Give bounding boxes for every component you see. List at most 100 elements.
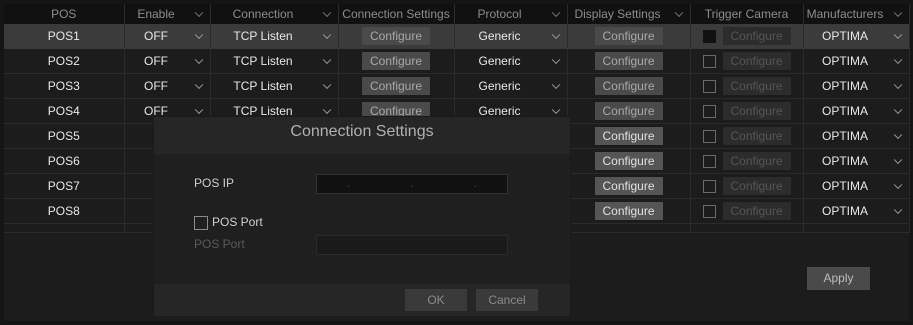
pos-ip-input[interactable]: . . .: [316, 174, 508, 194]
apply-button[interactable]: Apply: [807, 267, 870, 290]
col-protocol[interactable]: Protocol: [454, 4, 568, 24]
pos-name: POS4: [4, 98, 125, 124]
display-configure-button[interactable]: Configure: [594, 152, 663, 170]
trigger-configure-button[interactable]: Configure: [722, 202, 791, 220]
chevron-down-icon[interactable]: [893, 105, 902, 115]
dialog-body: POS IP . . . POS Port POS Port: [154, 154, 570, 284]
chevron-down-icon[interactable]: [893, 80, 902, 90]
table-row[interactable]: POS1 OFF TCP Listen Configure Generic Co…: [4, 24, 910, 49]
trigger-camera-checkbox[interactable]: [702, 154, 716, 168]
enable-select[interactable]: OFF: [124, 24, 211, 49]
pos-name: POS5: [4, 123, 125, 149]
connection-configure-button[interactable]: Configure: [362, 27, 430, 45]
chevron-down-icon[interactable]: [194, 105, 203, 115]
manufacturer-select[interactable]: OPTIMA: [803, 98, 910, 124]
col-enable[interactable]: Enable: [124, 4, 211, 24]
pos-name: POS7: [4, 173, 125, 199]
dialog-footer: OK Cancel: [154, 284, 570, 316]
manufacturer-select[interactable]: OPTIMA: [803, 24, 910, 49]
connection-select[interactable]: TCP Listen: [210, 73, 339, 99]
chevron-down-icon[interactable]: [322, 80, 331, 90]
chevron-down-icon[interactable]: [893, 8, 902, 18]
pos-port-checkbox-label: POS Port: [212, 215, 263, 229]
display-configure-button[interactable]: Configure: [594, 127, 663, 145]
chevron-down-icon[interactable]: [893, 30, 902, 40]
trigger-configure-button[interactable]: Configure: [722, 177, 791, 195]
chevron-down-icon[interactable]: [322, 55, 331, 65]
chevron-down-icon[interactable]: [893, 180, 902, 190]
chevron-down-icon[interactable]: [893, 55, 902, 65]
trigger-camera-checkbox[interactable]: [702, 204, 716, 218]
display-configure-button[interactable]: Configure: [594, 77, 663, 95]
trigger-configure-button[interactable]: Configure: [722, 52, 791, 70]
trigger-configure-button[interactable]: Configure: [722, 77, 791, 95]
col-connection-settings: Connection Settings: [338, 4, 455, 24]
chevron-down-icon[interactable]: [551, 80, 560, 90]
chevron-down-icon[interactable]: [194, 8, 203, 18]
chevron-down-icon[interactable]: [322, 30, 331, 40]
trigger-configure-button[interactable]: Configure: [722, 27, 791, 45]
chevron-down-icon[interactable]: [551, 55, 560, 65]
chevron-down-icon[interactable]: [194, 80, 203, 90]
manufacturer-select[interactable]: OPTIMA: [803, 123, 910, 149]
chevron-down-icon[interactable]: [322, 105, 331, 115]
table-header: POS Enable Connection Connection Setting…: [4, 4, 910, 24]
protocol-select[interactable]: Generic: [454, 73, 568, 99]
trigger-configure-button[interactable]: Configure: [722, 102, 791, 120]
trigger-camera-checkbox[interactable]: [702, 129, 716, 143]
display-configure-button[interactable]: Configure: [594, 27, 663, 45]
chevron-down-icon[interactable]: [551, 105, 560, 115]
pos-name: POS3: [4, 73, 125, 99]
display-configure-button[interactable]: Configure: [594, 202, 663, 220]
enable-select[interactable]: OFF: [124, 73, 211, 99]
table-row[interactable]: POS3 OFF TCP Listen Configure Generic Co…: [4, 73, 910, 99]
ok-button[interactable]: OK: [405, 289, 467, 311]
connection-configure-button[interactable]: Configure: [362, 77, 430, 95]
enable-select[interactable]: OFF: [124, 48, 211, 74]
pos-port-field-label: POS Port: [194, 237, 245, 251]
manufacturer-select[interactable]: OPTIMA: [803, 73, 910, 99]
table-row[interactable]: POS2 OFF TCP Listen Configure Generic Co…: [4, 48, 910, 74]
cancel-button[interactable]: Cancel: [476, 289, 538, 311]
chevron-down-icon[interactable]: [322, 8, 331, 18]
connection-select[interactable]: TCP Listen: [210, 48, 339, 74]
chevron-down-icon[interactable]: [551, 8, 560, 18]
manufacturer-select[interactable]: OPTIMA: [803, 48, 910, 74]
chevron-down-icon[interactable]: [551, 30, 560, 40]
trigger-camera-checkbox[interactable]: [702, 179, 716, 193]
connection-settings-dialog: Connection Settings POS IP . . . POS Por…: [154, 117, 570, 316]
chevron-down-icon[interactable]: [893, 130, 902, 140]
manufacturer-select[interactable]: OPTIMA: [803, 198, 910, 224]
dialog-title: Connection Settings: [154, 117, 570, 147]
display-configure-button[interactable]: Configure: [594, 102, 663, 120]
pos-name: POS8: [4, 198, 125, 224]
chevron-down-icon[interactable]: [194, 55, 203, 65]
connection-select[interactable]: TCP Listen: [210, 24, 339, 49]
chevron-down-icon[interactable]: [893, 155, 902, 165]
pos-ip-label: POS IP: [194, 176, 235, 190]
pos-name: POS6: [4, 148, 125, 174]
pos-port-checkbox[interactable]: [194, 216, 208, 230]
trigger-camera-checkbox[interactable]: [702, 104, 716, 118]
pos-port-input[interactable]: [316, 235, 508, 255]
col-display-settings[interactable]: Display Settings: [567, 4, 691, 24]
protocol-select[interactable]: Generic: [454, 24, 568, 49]
protocol-select[interactable]: Generic: [454, 48, 568, 74]
trigger-camera-checkbox[interactable]: [702, 79, 716, 93]
manufacturer-select[interactable]: OPTIMA: [803, 173, 910, 199]
manufacturer-select[interactable]: OPTIMA: [803, 148, 910, 174]
connection-configure-button[interactable]: Configure: [362, 52, 430, 70]
chevron-down-icon[interactable]: [194, 30, 203, 40]
pos-name: POS2: [4, 48, 125, 74]
trigger-configure-button[interactable]: Configure: [722, 127, 791, 145]
chevron-down-icon[interactable]: [893, 205, 902, 215]
trigger-configure-button[interactable]: Configure: [722, 152, 791, 170]
col-pos[interactable]: POS: [4, 4, 125, 24]
trigger-camera-checkbox[interactable]: [702, 54, 716, 68]
display-configure-button[interactable]: Configure: [594, 177, 663, 195]
display-configure-button[interactable]: Configure: [594, 52, 663, 70]
chevron-down-icon[interactable]: [674, 8, 683, 18]
col-connection[interactable]: Connection: [210, 4, 339, 24]
trigger-camera-checkbox[interactable]: [702, 29, 716, 43]
col-manufacturers[interactable]: Manufacturers: [803, 4, 910, 24]
